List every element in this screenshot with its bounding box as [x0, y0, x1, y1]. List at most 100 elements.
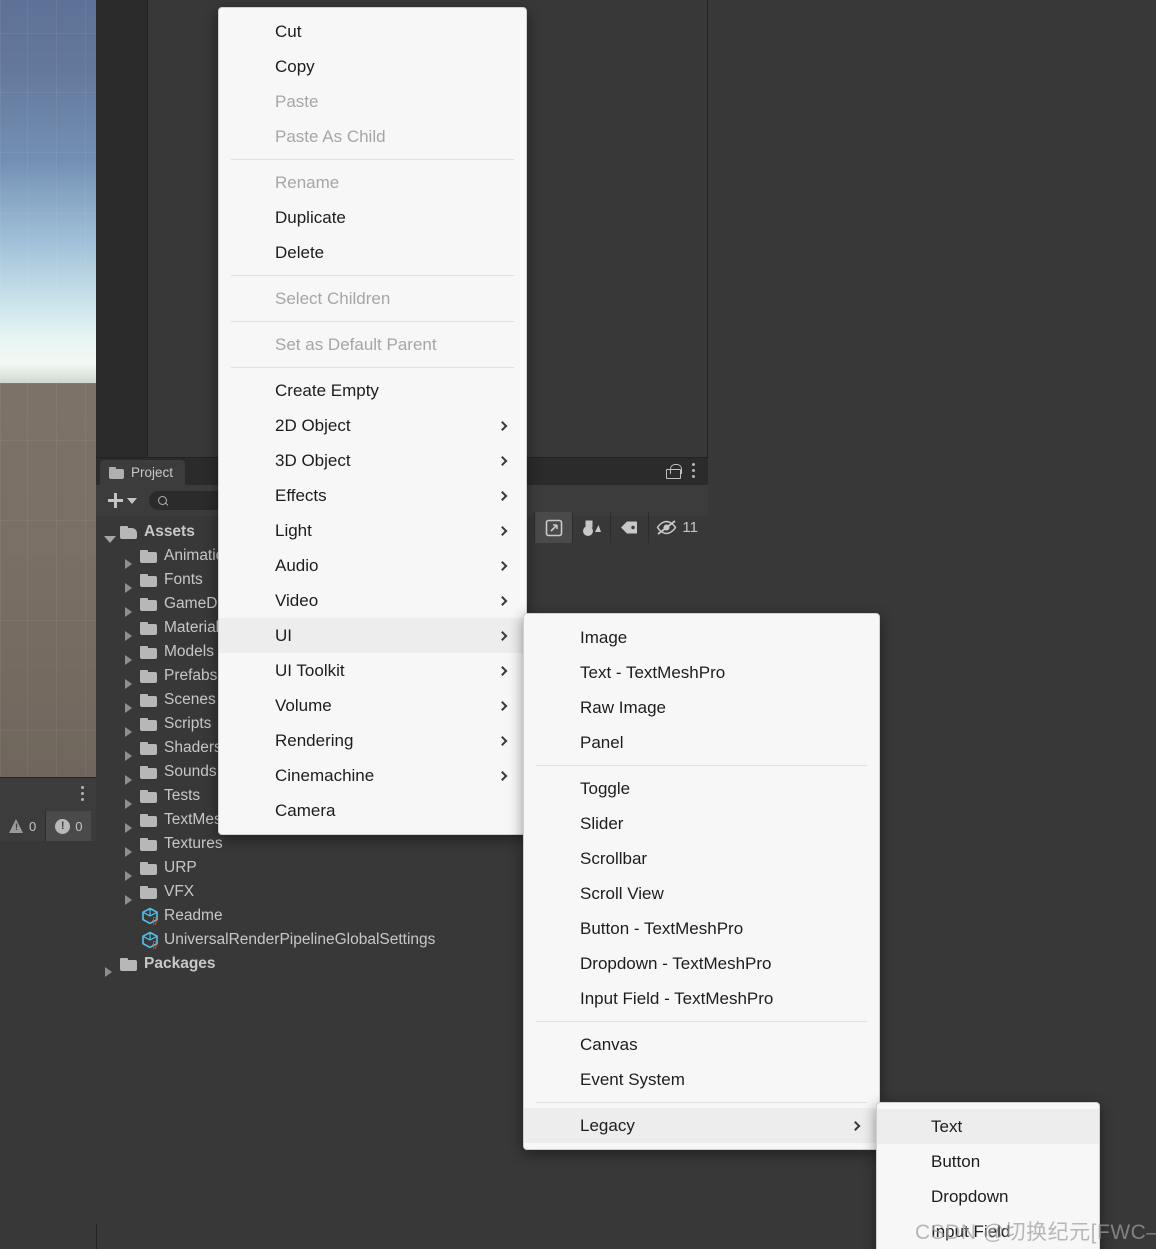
menu-item-label: Light	[275, 520, 312, 540]
ui-submenu[interactable]: Image Text - TextMeshPro Raw Image Panel Tog…	[523, 613, 880, 1150]
menu-item-cut[interactable]: Cut	[219, 14, 526, 49]
console-error-toggle[interactable]: 0	[45, 811, 92, 841]
ui-item-event-system[interactable]: Event System	[524, 1062, 879, 1097]
ui-item-button-textmeshpro[interactable]: Button - TextMeshPro	[524, 911, 879, 946]
legacy-item-dropdown[interactable]: Dropdown	[877, 1179, 1099, 1214]
tree-item-label: Prefabs	[164, 667, 218, 684]
project-tab-label: Project	[131, 465, 174, 480]
ui-item-text-textmeshpro[interactable]: Text - TextMeshPro	[524, 655, 879, 690]
chevron-right-icon	[497, 455, 508, 466]
menu-item-effects[interactable]: Effects	[219, 478, 526, 513]
ui-item-toggle[interactable]: Toggle	[524, 771, 879, 806]
menu-item-label: Button - TextMeshPro	[580, 918, 744, 938]
menu-item-2d-object[interactable]: 2D Object	[219, 408, 526, 443]
ui-item-image[interactable]: Image	[524, 620, 879, 655]
ui-item-panel[interactable]: Panel	[524, 725, 879, 760]
chevron-right-icon	[497, 700, 508, 711]
console-warning-toggle[interactable]: 0	[0, 811, 45, 841]
ui-item-canvas[interactable]: Canvas	[524, 1027, 879, 1062]
hierarchy-panel	[96, 0, 148, 458]
ui-item-legacy[interactable]: Legacy	[524, 1108, 879, 1143]
chevron-right-icon	[497, 630, 508, 641]
legacy-item-button[interactable]: Button	[877, 1144, 1099, 1179]
menu-item-volume[interactable]: Volume	[219, 688, 526, 723]
scene-sky	[0, 0, 96, 383]
legacy-submenu[interactable]: Text Button Dropdown Input Field	[876, 1102, 1100, 1249]
menu-item-label: Dropdown - TextMeshPro	[580, 953, 772, 973]
tree-item-label: Scripts	[164, 715, 212, 732]
legacy-item-text[interactable]: Text	[877, 1109, 1099, 1144]
error-icon	[55, 818, 71, 834]
console-log-area[interactable]	[0, 841, 96, 1249]
ui-item-scroll-view[interactable]: Scroll View	[524, 876, 879, 911]
menu-item-label: UI Toolkit	[275, 660, 345, 680]
chevron-right-icon	[497, 595, 508, 606]
ui-item-raw-image[interactable]: Raw Image	[524, 690, 879, 725]
menu-item-paste: Paste	[219, 84, 526, 119]
ui-item-input-field-textmeshpro[interactable]: Input Field - TextMeshPro	[524, 981, 879, 1016]
menu-item-rendering[interactable]: Rendering	[219, 723, 526, 758]
menu-item-duplicate[interactable]: Duplicate	[219, 200, 526, 235]
tree-item-label: Textures	[164, 835, 223, 852]
folder-icon	[140, 765, 157, 779]
folder-icon	[140, 789, 157, 803]
menu-item-cinemachine[interactable]: Cinemachine	[219, 758, 526, 793]
menu-item-create-empty[interactable]: Create Empty	[219, 373, 526, 408]
folder-icon	[140, 669, 157, 683]
tab-project[interactable]: Project	[100, 460, 186, 485]
search-icon	[158, 495, 168, 506]
folder-open-icon	[120, 525, 137, 539]
chevron-right-icon	[497, 770, 508, 781]
project-options-icon[interactable]	[692, 462, 696, 481]
folder-icon	[140, 741, 157, 755]
hierarchy-context-menu[interactable]: Cut Copy Paste Paste As Child Rename Duplicat…	[218, 7, 527, 835]
menu-item-label: Dropdown	[931, 1186, 1009, 1206]
asset-icon: {}	[141, 931, 159, 949]
tree-item-label: Fonts	[164, 571, 203, 588]
console-options-icon[interactable]	[81, 786, 85, 804]
menu-item-audio[interactable]: Audio	[219, 548, 526, 583]
menu-item-label: Volume	[275, 695, 332, 715]
tree-item-label: Tests	[164, 787, 201, 804]
create-asset-button[interactable]	[96, 485, 145, 516]
menu-item-camera[interactable]: Camera	[219, 793, 526, 828]
folder-icon	[140, 549, 157, 563]
scene-view[interactable]	[0, 0, 96, 778]
menu-item-rename: Rename	[219, 165, 526, 200]
ui-item-dropdown-textmeshpro[interactable]: Dropdown - TextMeshPro	[524, 946, 879, 981]
menu-item-label: Input Field	[931, 1221, 1011, 1241]
menu-item-label: Effects	[275, 485, 327, 505]
menu-item-ui[interactable]: UI	[219, 618, 526, 653]
chevron-right-icon	[497, 525, 508, 536]
menu-item-delete[interactable]: Delete	[219, 235, 526, 270]
menu-item-ui-toolkit[interactable]: UI Toolkit	[219, 653, 526, 688]
menu-item-label: Slider	[580, 813, 624, 833]
menu-item-select-children: Select Children	[219, 281, 526, 316]
menu-item-video[interactable]: Video	[219, 583, 526, 618]
ui-item-scrollbar[interactable]: Scrollbar	[524, 841, 879, 876]
menu-item-label: Delete	[275, 242, 325, 262]
console-error-count: 0	[75, 818, 83, 834]
tree-item-label: Readme	[164, 907, 223, 924]
menu-separator	[536, 1102, 867, 1103]
menu-item-3d-object[interactable]: 3D Object	[219, 443, 526, 478]
lock-icon[interactable]	[666, 464, 682, 479]
menu-item-label: 2D Object	[275, 415, 351, 435]
console-header	[0, 778, 96, 811]
ui-item-slider[interactable]: Slider	[524, 806, 879, 841]
legacy-item-input-field[interactable]: Input Field	[877, 1214, 1099, 1249]
menu-item-label: Camera	[275, 800, 336, 820]
menu-item-label: Button	[931, 1151, 981, 1171]
menu-item-label: Scrollbar	[580, 848, 648, 868]
folder-icon	[140, 597, 157, 611]
menu-item-label: Text	[931, 1116, 963, 1136]
asset-icon: {}	[141, 907, 159, 925]
menu-item-copy[interactable]: Copy	[219, 49, 526, 84]
project-folder-icon	[109, 466, 124, 479]
tree-item-label: Assets	[144, 523, 195, 540]
tree-item-label: Packages	[144, 955, 216, 972]
menu-separator	[536, 765, 867, 766]
menu-item-label: Rename	[275, 172, 340, 192]
menu-item-light[interactable]: Light	[219, 513, 526, 548]
tree-item-label: VFX	[164, 883, 195, 900]
